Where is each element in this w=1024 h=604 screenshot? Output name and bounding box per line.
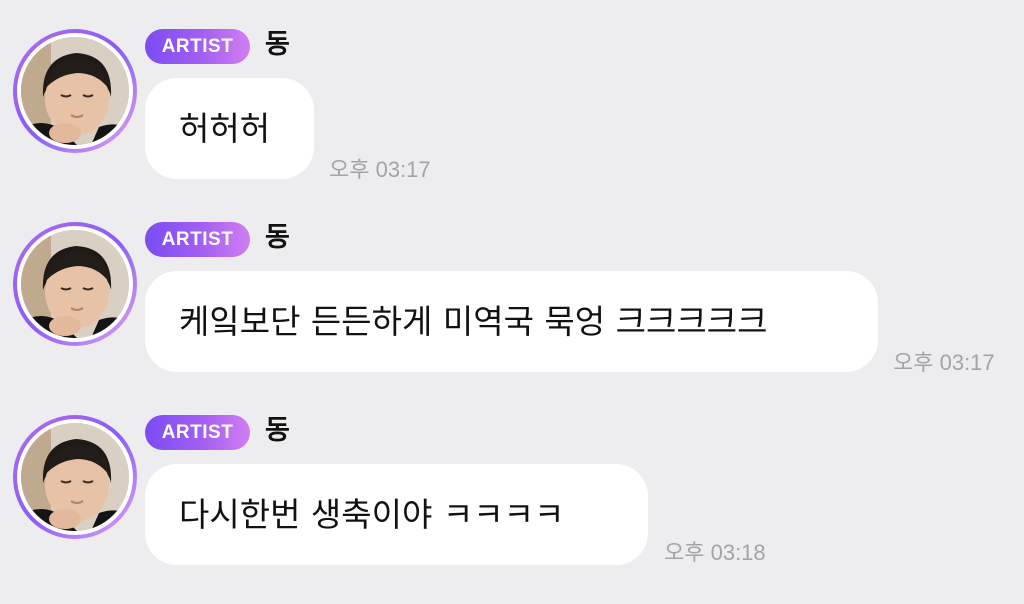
message-timestamp: 오후 03:17 [893,350,995,375]
message-timestamp: 오후 03:17 [329,157,431,182]
chat-message: ARTIST 동 허허허 오후 03:17 [0,0,1024,193]
chat-message: ARTIST 동 다시한번 생축이야 ㅋㅋㅋㅋ 오후 03:18 [0,386,1024,579]
message-timestamp: 오후 03:18 [664,540,766,565]
avatar[interactable] [13,222,137,346]
message-bubble[interactable]: 허허허 [145,78,314,179]
avatar[interactable] [13,415,137,539]
artist-badge: ARTIST [145,222,250,257]
avatar[interactable] [13,29,137,153]
avatar-photo-icon [21,230,129,338]
sender-name: 동 [265,29,290,60]
chat-message: ARTIST 동 케잌보단 든든하게 미역국 묵엉 크크크크크 오후 03:17 [0,193,1024,386]
sender-name: 동 [265,415,290,446]
message-bubble[interactable]: 케잌보단 든든하게 미역국 묵엉 크크크크크 [145,271,878,372]
message-bubble[interactable]: 다시한번 생축이야 ㅋㅋㅋㅋ [145,464,648,565]
avatar-photo-icon [21,37,129,145]
avatar-photo-icon [21,423,129,531]
sender-name: 동 [265,222,290,253]
artist-badge: ARTIST [145,29,250,64]
artist-badge: ARTIST [145,415,250,450]
